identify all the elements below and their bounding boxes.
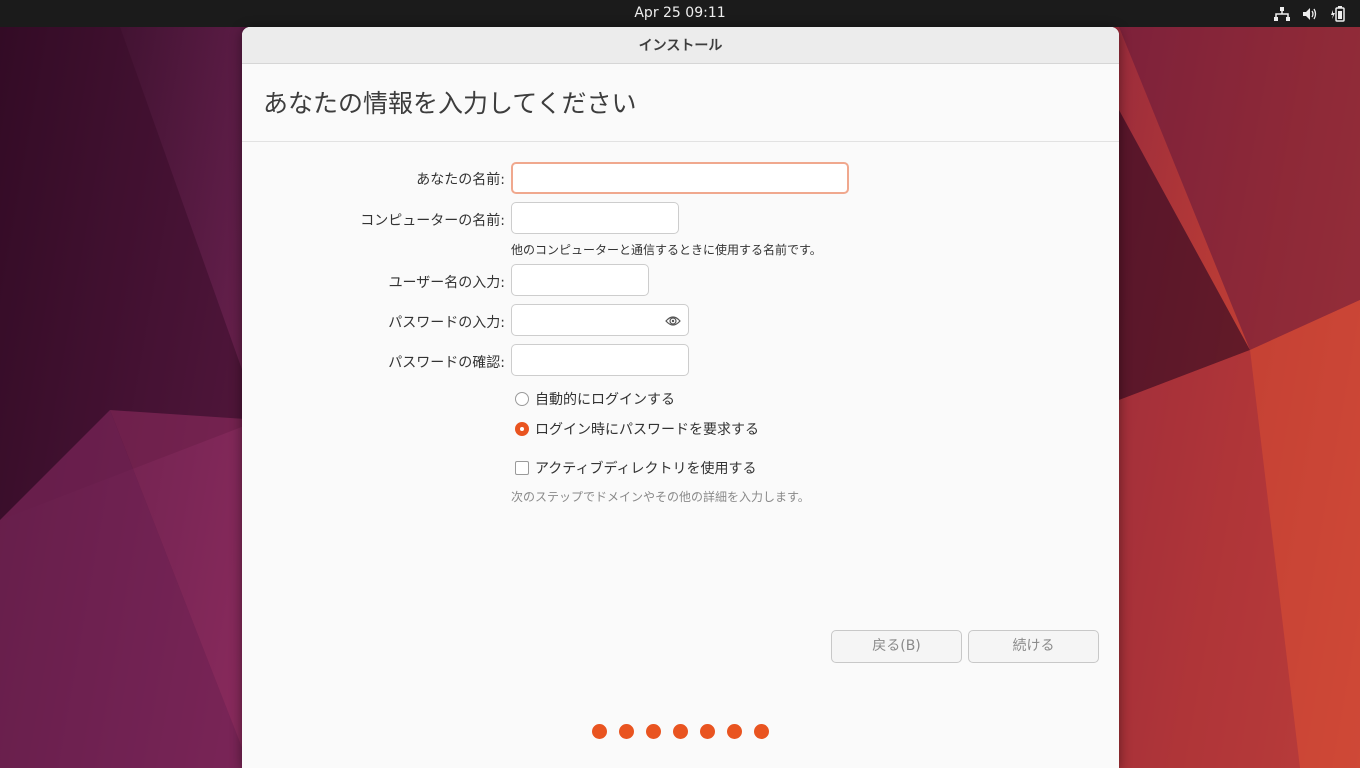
progress-dot <box>754 724 769 739</box>
show-password-icon[interactable] <box>665 313 681 332</box>
password-label: パスワードの入力: <box>388 315 505 331</box>
window-title[interactable]: インストール <box>242 27 1119 64</box>
progress-dot <box>727 724 742 739</box>
battery-icon[interactable] <box>1330 5 1346 22</box>
computer-name-hint: 他のコンピューターと通信するときに使用する名前です。 <box>511 243 822 257</box>
active-directory-hint: 次のステップでドメインやその他の詳細を入力します。 <box>511 490 810 504</box>
computer-name-input[interactable] <box>511 202 679 234</box>
progress-dot <box>646 724 661 739</box>
progress-dot <box>592 724 607 739</box>
progress-dots <box>242 724 1119 739</box>
auto-login-option[interactable]: 自動的にログインする <box>515 389 675 409</box>
auto-login-radio[interactable] <box>515 392 529 406</box>
require-password-radio[interactable] <box>515 422 529 436</box>
confirm-password-label: パスワードの確認: <box>388 355 505 371</box>
active-directory-label: アクティブディレクトリを使用する <box>535 461 757 477</box>
clock[interactable]: Apr 25 09:11 <box>0 0 1360 27</box>
active-directory-option[interactable]: アクティブディレクトリを使用する <box>515 458 756 478</box>
progress-dot <box>700 724 715 739</box>
progress-dot <box>673 724 688 739</box>
username-input[interactable] <box>511 264 649 296</box>
computer-name-label: コンピューターの名前: <box>360 213 505 229</box>
system-tray[interactable] <box>1274 0 1346 27</box>
back-button[interactable]: 戻る(B) <box>831 630 962 663</box>
volume-icon[interactable] <box>1302 7 1318 21</box>
network-icon[interactable] <box>1274 6 1290 21</box>
continue-button[interactable]: 続ける <box>968 630 1099 663</box>
name-input[interactable] <box>511 162 849 194</box>
confirm-password-input[interactable] <box>511 344 689 376</box>
password-input[interactable] <box>511 304 689 336</box>
page-title: あなたの情報を入力してください <box>242 64 1119 142</box>
require-password-option[interactable]: ログイン時にパスワードを要求する <box>515 419 759 439</box>
installer-window: インストール あなたの情報を入力してください あなたの名前: コンピューターの名… <box>242 27 1119 768</box>
auto-login-label: 自動的にログインする <box>535 392 675 408</box>
top-bar: Apr 25 09:11 <box>0 0 1360 27</box>
username-label: ユーザー名の入力: <box>388 275 505 291</box>
active-directory-checkbox[interactable] <box>515 461 529 475</box>
progress-dot <box>619 724 634 739</box>
name-label: あなたの名前: <box>416 172 505 188</box>
require-password-label: ログイン時にパスワードを要求する <box>535 422 759 438</box>
